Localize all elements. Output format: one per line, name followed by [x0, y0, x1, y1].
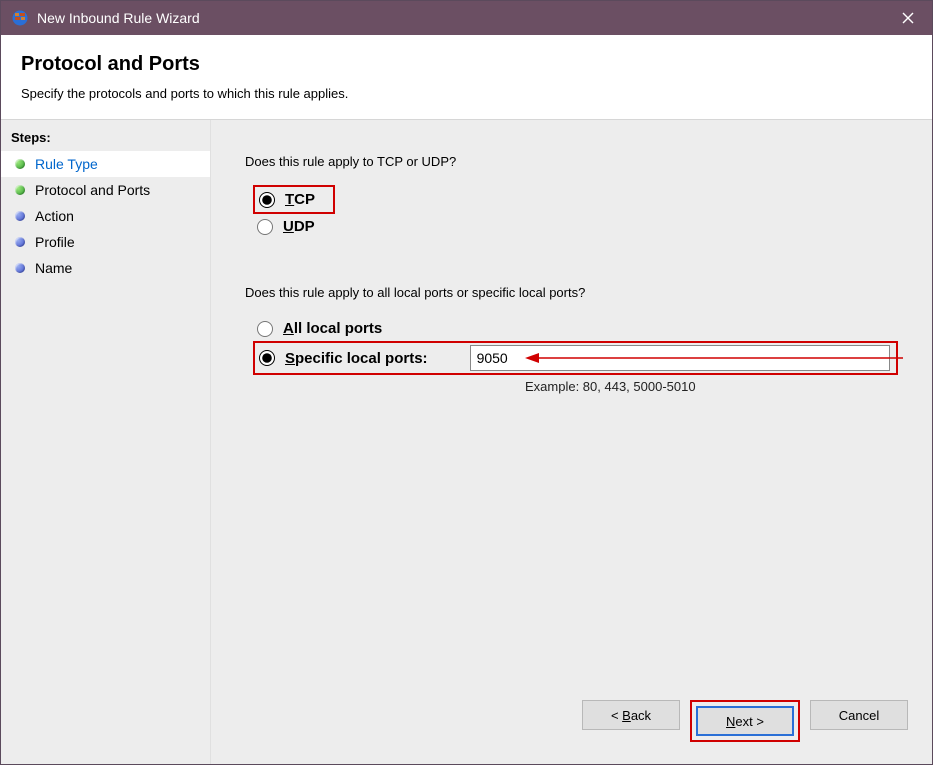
wizard-header: Protocol and Ports Specify the protocols… — [1, 35, 932, 120]
tcp-highlight-box: TCP — [253, 185, 335, 214]
steps-label: Steps: — [1, 130, 210, 151]
radio-row-specific-ports[interactable]: Specific local ports: — [255, 346, 430, 371]
step-bullet-icon — [15, 185, 25, 195]
radio-row-udp[interactable]: UDP — [253, 214, 898, 239]
step-action[interactable]: Action — [1, 203, 210, 229]
firewall-icon — [11, 9, 29, 27]
close-button[interactable] — [884, 1, 932, 35]
page-title: Protocol and Ports — [21, 53, 912, 76]
step-profile[interactable]: Profile — [1, 229, 210, 255]
window-title: New Inbound Rule Wizard — [37, 10, 884, 26]
cancel-button[interactable]: Cancel — [810, 700, 908, 730]
step-label: Protocol and Ports — [35, 182, 150, 198]
radio-specific-ports[interactable] — [259, 350, 275, 366]
step-rule-type[interactable]: Rule Type — [1, 151, 210, 177]
radio-tcp-label[interactable]: TCP — [285, 191, 315, 208]
step-bullet-icon — [15, 237, 25, 247]
radio-row-all-ports[interactable]: All local ports — [253, 316, 898, 341]
steps-sidebar: Steps: Rule Type Protocol and Ports Acti… — [1, 120, 211, 764]
step-label: Action — [35, 208, 74, 224]
specific-ports-highlight-box: Specific local ports: — [253, 341, 898, 375]
step-label: Rule Type — [35, 156, 98, 172]
wizard-button-bar: < Back Next > Cancel — [582, 700, 908, 742]
wizard-content: Does this rule apply to TCP or UDP? TCP … — [211, 120, 932, 764]
step-bullet-icon — [15, 159, 25, 169]
radio-udp[interactable] — [257, 219, 273, 235]
page-subtitle: Specify the protocols and ports to which… — [21, 86, 912, 101]
close-icon — [902, 12, 914, 24]
ports-example-text: Example: 80, 443, 5000-5010 — [525, 379, 898, 394]
radio-row-tcp[interactable]: TCP — [255, 187, 317, 212]
step-bullet-icon — [15, 263, 25, 273]
title-bar: New Inbound Rule Wizard — [1, 1, 932, 35]
protocol-question: Does this rule apply to TCP or UDP? — [245, 154, 898, 169]
back-button[interactable]: < Back — [582, 700, 680, 730]
protocol-radio-group: TCP UDP — [253, 185, 898, 239]
radio-tcp[interactable] — [259, 192, 275, 208]
radio-udp-label[interactable]: UDP — [283, 218, 315, 235]
next-button[interactable]: Next > — [696, 706, 794, 736]
specific-ports-input[interactable] — [470, 345, 890, 371]
wizard-window: New Inbound Rule Wizard Protocol and Por… — [0, 0, 933, 765]
radio-all-ports-label[interactable]: All local ports — [283, 320, 382, 337]
ports-question: Does this rule apply to all local ports … — [245, 285, 898, 300]
step-label: Name — [35, 260, 72, 276]
step-name[interactable]: Name — [1, 255, 210, 281]
ports-radio-group: All local ports — [253, 316, 898, 341]
wizard-body: Steps: Rule Type Protocol and Ports Acti… — [1, 120, 932, 764]
step-protocol-and-ports[interactable]: Protocol and Ports — [1, 177, 210, 203]
radio-all-ports[interactable] — [257, 321, 273, 337]
step-bullet-icon — [15, 211, 25, 221]
step-label: Profile — [35, 234, 75, 250]
radio-specific-ports-label[interactable]: Specific local ports: — [285, 350, 428, 367]
next-highlight-box: Next > — [690, 700, 800, 742]
